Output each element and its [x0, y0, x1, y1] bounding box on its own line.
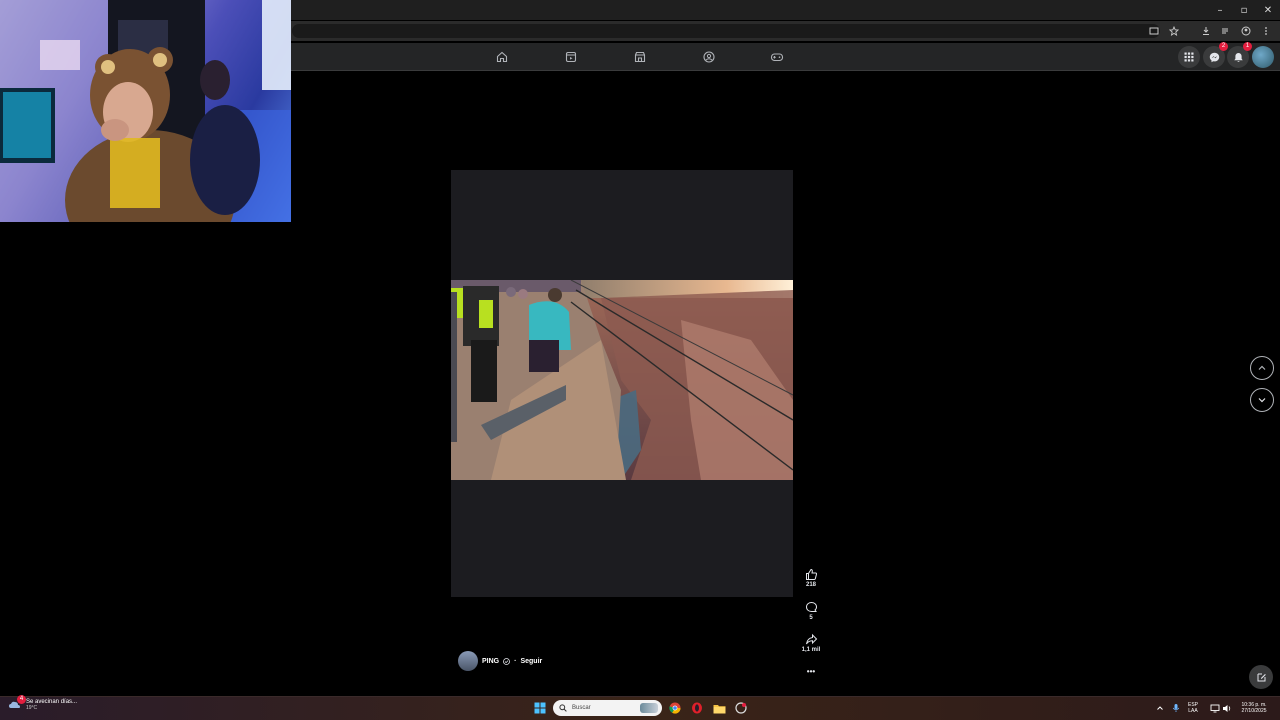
groups-icon[interactable] — [701, 49, 717, 65]
compose-icon — [1257, 673, 1266, 681]
cast-icon[interactable] — [1146, 23, 1162, 39]
maximize-button[interactable]: ▫ — [1232, 0, 1256, 20]
tray-overflow-icon[interactable] — [1156, 700, 1164, 716]
gaming-icon[interactable] — [769, 49, 785, 65]
more-options-icon: ••• — [806, 667, 816, 676]
language-line-2: LAA — [1188, 708, 1198, 714]
media-queue-icon[interactable] — [1218, 23, 1234, 39]
microphone-icon[interactable] — [1172, 700, 1180, 716]
follow-button[interactable]: Seguir — [520, 658, 542, 665]
grid-icon — [1184, 52, 1194, 62]
window-controls: – ▫ ✕ — [1208, 0, 1280, 20]
share-count: 1,1 mil — [801, 647, 821, 653]
chrome-taskbar-icon[interactable] — [667, 700, 683, 716]
bookmark-star-icon[interactable] — [1166, 23, 1182, 39]
messenger-icon — [1209, 52, 1219, 62]
author-separator: · — [514, 657, 517, 665]
network-icon[interactable] — [1210, 700, 1220, 716]
thumbs-up-icon — [805, 568, 817, 580]
marketplace-icon[interactable] — [632, 49, 648, 65]
clock-date: 27/10/2025 — [1241, 708, 1267, 714]
weather-badge: 4 — [17, 695, 26, 704]
search-icon — [559, 704, 567, 712]
streamer-webcam — [0, 0, 291, 222]
file-explorer-taskbar-icon[interactable] — [711, 700, 727, 716]
download-icon[interactable] — [1198, 23, 1214, 39]
bell-icon — [1233, 52, 1243, 62]
next-reel-button[interactable] — [1250, 388, 1274, 412]
volume-icon[interactable] — [1222, 700, 1232, 716]
chevron-up-icon — [1258, 365, 1266, 370]
search-highlight-image — [640, 703, 658, 713]
reel-author: PING · Seguir — [458, 651, 542, 671]
start-button[interactable] — [532, 700, 548, 716]
app-taskbar-icon[interactable] — [733, 700, 749, 716]
verified-badge-icon — [503, 657, 511, 665]
video-frame — [451, 280, 793, 480]
taskbar-search[interactable]: Buscar — [553, 700, 662, 716]
more-options-button[interactable]: ••• — [798, 666, 824, 676]
windows-logo-icon — [534, 702, 546, 714]
weather-temp: 19°C — [26, 705, 38, 711]
url-omnibox[interactable] — [292, 24, 1160, 38]
account-avatar[interactable] — [1252, 46, 1274, 68]
close-button[interactable]: ✕ — [1256, 0, 1280, 20]
reel-video[interactable] — [451, 280, 793, 480]
messenger-badge: 2 — [1219, 42, 1228, 51]
menu-grid-button[interactable] — [1178, 46, 1200, 68]
author-name[interactable]: PING — [482, 658, 499, 665]
search-placeholder: Buscar — [572, 705, 591, 711]
like-action[interactable]: 218 — [798, 568, 824, 588]
chevron-down-icon — [1258, 398, 1266, 403]
webcam-scene — [0, 0, 291, 222]
share-action[interactable]: 1,1 mil — [798, 633, 824, 653]
browser-menu-icon[interactable] — [1258, 23, 1274, 39]
system-clock[interactable]: 10:36 p. m. 27/10/2025 — [1236, 700, 1272, 716]
like-count: 218 — [805, 582, 816, 588]
keyboard-language[interactable]: ESP LAA — [1188, 700, 1198, 716]
comment-action[interactable]: 5 — [798, 601, 824, 621]
browser-toolbar-icons — [1146, 22, 1274, 40]
messenger-button[interactable]: 2 — [1203, 42, 1228, 68]
previous-reel-button[interactable] — [1250, 356, 1274, 380]
weather-widget[interactable]: 4 Se avecinan días... 19°C — [8, 695, 77, 712]
notifications-button[interactable]: 1 — [1227, 42, 1252, 68]
weather-icon: 4 — [8, 695, 26, 712]
opera-taskbar-icon[interactable] — [689, 700, 705, 716]
author-avatar[interactable] — [458, 651, 478, 671]
notifications-badge: 1 — [1243, 42, 1252, 51]
compose-message-button[interactable] — [1249, 665, 1273, 689]
profile-icon[interactable] — [1238, 23, 1254, 39]
share-icon — [805, 633, 817, 645]
reels-icon[interactable] — [563, 49, 579, 65]
home-icon[interactable] — [494, 49, 510, 65]
comment-count: 5 — [809, 615, 813, 621]
minimize-button[interactable]: – — [1208, 0, 1232, 20]
comment-icon — [805, 601, 817, 612]
